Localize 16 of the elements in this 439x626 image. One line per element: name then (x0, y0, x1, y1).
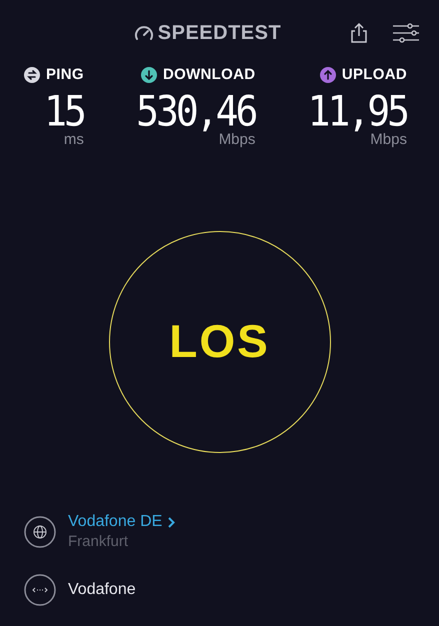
logo-text: SPEEDTEST (158, 21, 282, 46)
chevron-icon (168, 516, 176, 528)
start-button[interactable]: LOS (108, 230, 330, 452)
connection-icon (24, 574, 56, 606)
server-link[interactable]: Vodafone DE (68, 512, 176, 532)
provider-name: Vodafone (68, 580, 136, 600)
metric-unit: Mbps (370, 130, 407, 148)
globe-icon (24, 516, 56, 548)
metric-unit: Mbps (218, 130, 256, 148)
metric-label: PING (46, 65, 84, 85)
server-location: Frankfurt (68, 532, 130, 552)
metric-label: UPLOAD (342, 65, 407, 85)
gauge-icon (134, 24, 154, 42)
share-icon (350, 22, 368, 44)
settings-icon (393, 23, 419, 43)
metric-label: DOWNLOAD (162, 65, 256, 85)
